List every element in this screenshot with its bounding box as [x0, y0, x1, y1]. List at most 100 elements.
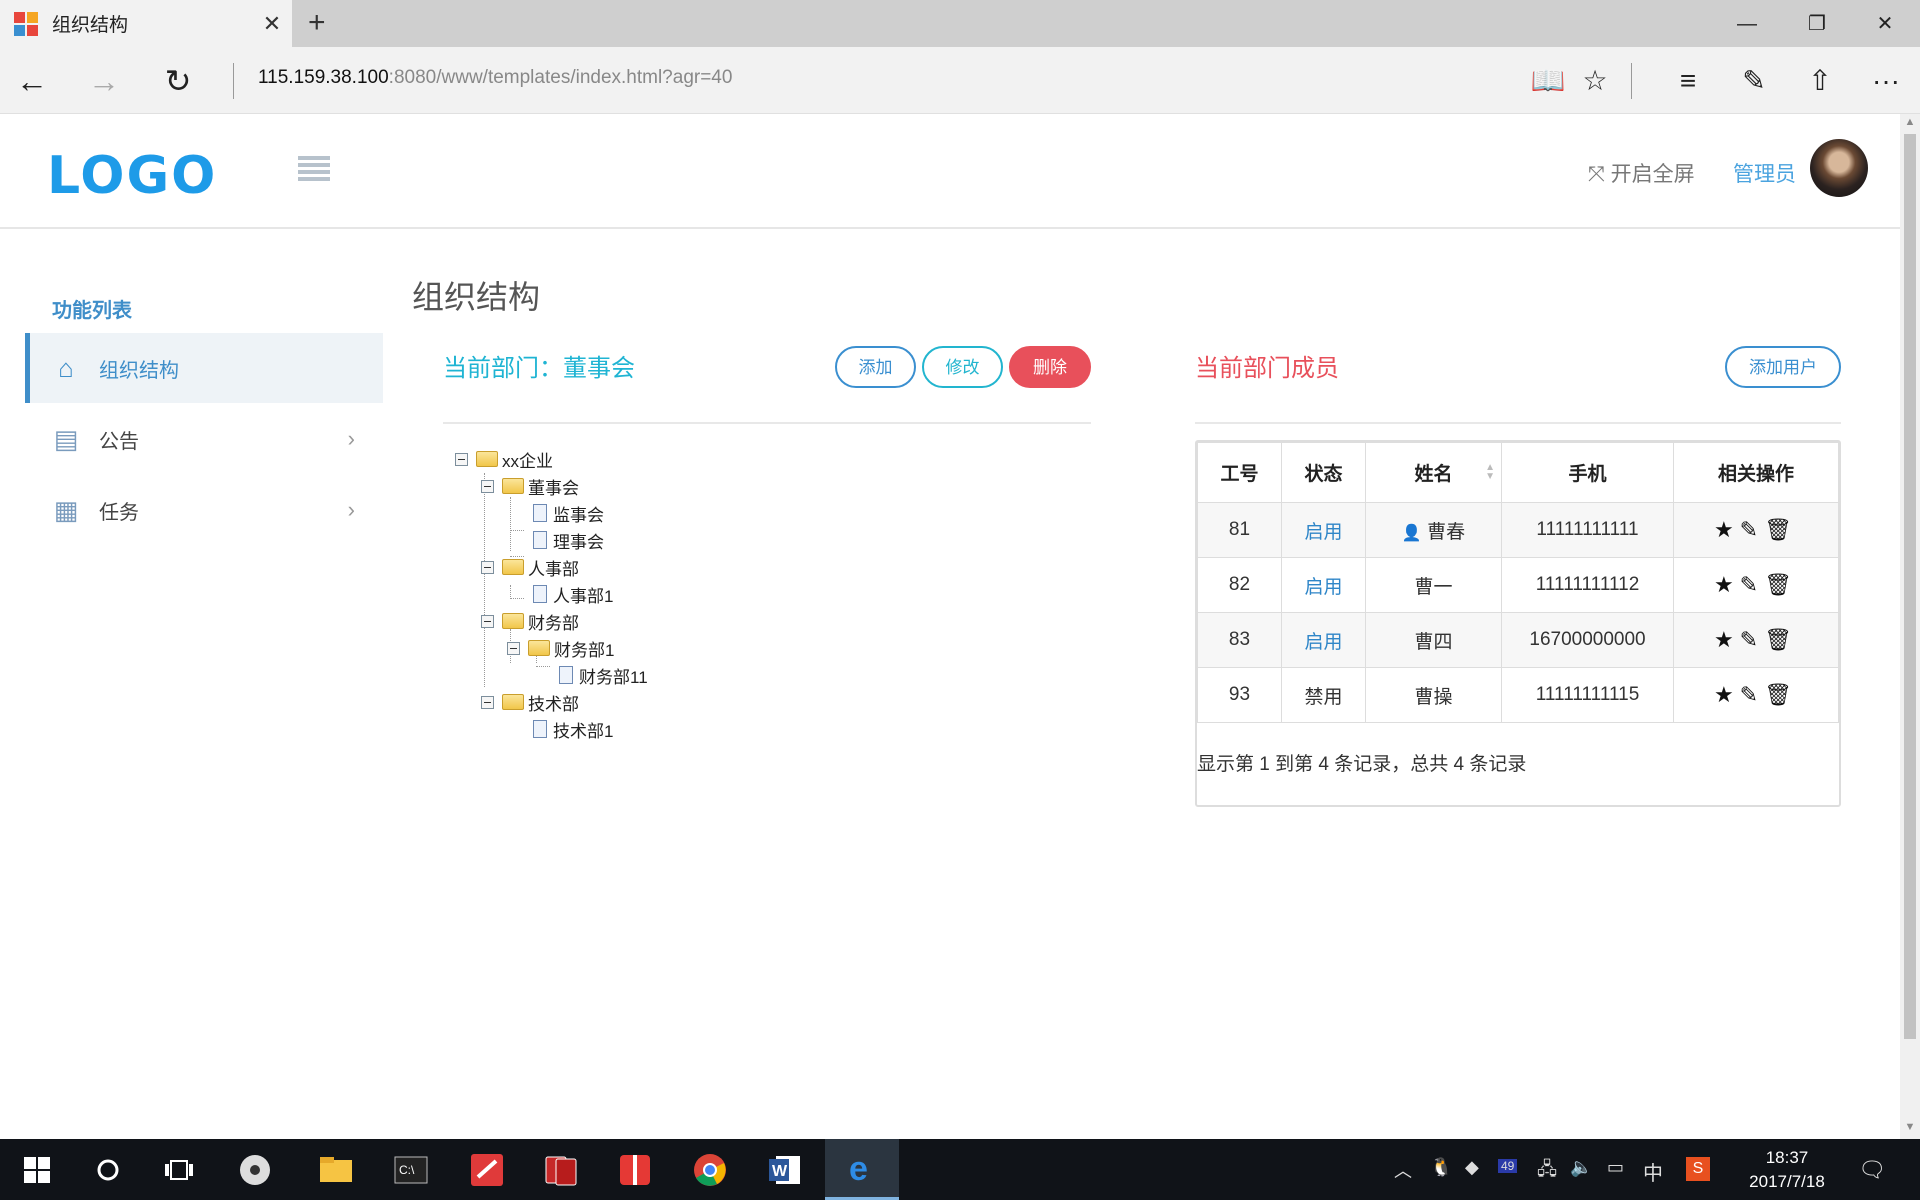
svg-text:C:\: C:\: [399, 1163, 415, 1177]
collapse-icon[interactable]: [481, 614, 494, 628]
start-button[interactable]: [0, 1139, 74, 1200]
tree-node-label: 人事部: [528, 559, 579, 579]
cell-name: 曹一: [1365, 557, 1502, 613]
cell-ops[interactable]: ★✎🗑: [1673, 667, 1839, 723]
tray-expand-icon[interactable]: ︿: [1394, 1157, 1412, 1183]
address-path: :8080/www/templates/index.html?agr=40: [388, 67, 733, 88]
sidebar-item-notice[interactable]: ▤ 公告 ›: [25, 404, 383, 474]
collapse-icon[interactable]: [481, 695, 494, 709]
cell-status[interactable]: 启用: [1281, 557, 1366, 613]
cell-ops[interactable]: ★✎🗑: [1673, 557, 1839, 613]
members-title: 当前部门成员: [1195, 355, 1339, 382]
site-logo[interactable]: LOGO: [47, 147, 217, 205]
tree-node[interactable]: 理事会: [533, 527, 604, 553]
ime-indicator[interactable]: 中: [1643, 1157, 1663, 1186]
browser-toolbar: ← → ↻ 115.159.38.100:8080/www/templates/…: [0, 47, 1920, 114]
fullscreen-link[interactable]: ⤧ 开启全屏: [1588, 158, 1695, 188]
cell-ops[interactable]: ★✎🗑: [1673, 612, 1839, 668]
folder-icon: [502, 478, 524, 494]
close-window-button[interactable]: ✕: [1865, 10, 1905, 38]
web-note-icon[interactable]: ✎: [1736, 63, 1772, 99]
share-icon[interactable]: ⇧: [1802, 63, 1838, 99]
forward-button[interactable]: →: [84, 61, 124, 101]
file-icon: [533, 531, 547, 549]
badge-icon[interactable]: 49: [1498, 1159, 1518, 1173]
sidebar-item-org[interactable]: ⌂ 组织结构: [25, 333, 383, 403]
tree-node[interactable]: 财务部: [481, 608, 579, 634]
red-app-icon[interactable]: [450, 1139, 524, 1200]
table-row: 82 启用 曹一 11111111112 ★✎🗑: [1197, 557, 1839, 613]
file-explorer-icon[interactable]: [299, 1139, 373, 1200]
task-view-icon[interactable]: [142, 1139, 216, 1200]
cell-status[interactable]: 启用: [1281, 612, 1366, 668]
refresh-button[interactable]: ↻: [158, 61, 198, 101]
table-row: 81 启用 👤 曹春 11111111111 ★✎🗑: [1197, 502, 1839, 558]
qq-icon[interactable]: 🐧: [1430, 1157, 1452, 1178]
cell-status[interactable]: 启用: [1281, 502, 1366, 558]
tree-node[interactable]: 人事部1: [533, 581, 613, 607]
edit-button[interactable]: 修改: [922, 346, 1003, 388]
browser-tab[interactable]: 组织结构 ✕: [0, 0, 292, 47]
cards-game-icon[interactable]: [524, 1139, 598, 1200]
sort-icon[interactable]: ▲ ▼: [1485, 463, 1495, 482]
scroll-up-icon[interactable]: ▲: [1900, 116, 1920, 132]
tree-node[interactable]: 技术部1: [533, 716, 613, 742]
minimize-button[interactable]: —: [1727, 10, 1767, 38]
col-header-name[interactable]: 姓名 ▲ ▼: [1365, 442, 1502, 503]
notification-icon[interactable]: 🗨: [1858, 1157, 1886, 1183]
add-user-button[interactable]: 添加用户: [1725, 346, 1841, 388]
admin-user-link[interactable]: 管理员: [1733, 158, 1796, 188]
new-tab-button[interactable]: +: [308, 6, 326, 40]
page-scrollbar[interactable]: ▲ ▼: [1900, 114, 1920, 1139]
site-header: LOGO ⤧ 开启全屏 管理员: [0, 114, 1900, 229]
add-button[interactable]: 添加: [835, 346, 916, 388]
terminal-icon[interactable]: C:\: [374, 1139, 448, 1200]
sidebar-item-task[interactable]: ▦ 任务 ›: [25, 475, 383, 545]
cell-id: 83: [1197, 612, 1282, 668]
reading-view-icon[interactable]: 📖: [1530, 63, 1566, 99]
diamond-icon[interactable]: ◆: [1465, 1157, 1479, 1178]
tree-node-label: 财务部11: [579, 667, 648, 687]
cell-name-text: 曹春: [1427, 521, 1466, 543]
back-button[interactable]: ←: [12, 61, 52, 101]
sogou-icon[interactable]: S: [1686, 1157, 1710, 1181]
tree-node[interactable]: 人事部: [481, 554, 579, 580]
volume-icon[interactable]: 🔈: [1570, 1157, 1592, 1178]
hub-icon[interactable]: ≡: [1670, 63, 1706, 99]
edge-icon[interactable]: e: [825, 1139, 899, 1200]
chrome-icon[interactable]: [673, 1139, 747, 1200]
cell-ops[interactable]: ★✎🗑: [1673, 502, 1839, 558]
avatar[interactable]: [1810, 139, 1868, 197]
menu-toggle-icon[interactable]: [298, 156, 330, 182]
address-bar[interactable]: 115.159.38.100:8080/www/templates/index.…: [258, 67, 732, 89]
tree-node[interactable]: 监事会: [533, 500, 604, 526]
restore-button[interactable]: ❐: [1797, 10, 1837, 38]
collapse-icon[interactable]: [481, 479, 494, 493]
tree-node[interactable]: 技术部: [481, 689, 579, 715]
tab-close-icon[interactable]: ✕: [252, 11, 292, 37]
scrollbar-thumb[interactable]: [1904, 134, 1916, 1039]
pinwheel-app-icon[interactable]: [218, 1139, 292, 1200]
folder-icon: [476, 451, 498, 467]
search-icon[interactable]: [71, 1139, 145, 1200]
tree-node[interactable]: 财务部11: [559, 662, 648, 688]
clock[interactable]: 18:37 2017/7/18: [1738, 1146, 1836, 1194]
network-icon[interactable]: 🖧: [1537, 1157, 1557, 1187]
favorite-star-icon[interactable]: ☆: [1577, 63, 1613, 99]
word-icon[interactable]: W: [748, 1139, 822, 1200]
expand-icon: ⤧: [1588, 163, 1605, 186]
tree-node[interactable]: 董事会: [481, 473, 579, 499]
collapse-icon[interactable]: [455, 452, 468, 466]
scroll-down-icon[interactable]: ▼: [1900, 1121, 1920, 1137]
cell-name: 👤 曹春: [1365, 502, 1502, 558]
tree-node[interactable]: 财务部1: [507, 635, 614, 661]
tree-node[interactable]: xx企业: [455, 446, 553, 472]
gift-app-icon[interactable]: [598, 1139, 672, 1200]
collapse-icon[interactable]: [507, 641, 520, 655]
collapse-icon[interactable]: [481, 560, 494, 574]
delete-button[interactable]: 删除: [1009, 346, 1091, 388]
divider: [443, 422, 1091, 424]
notice-icon: ▤: [53, 424, 79, 454]
more-icon[interactable]: ···: [1868, 63, 1904, 99]
battery-icon[interactable]: ▭: [1607, 1157, 1624, 1178]
